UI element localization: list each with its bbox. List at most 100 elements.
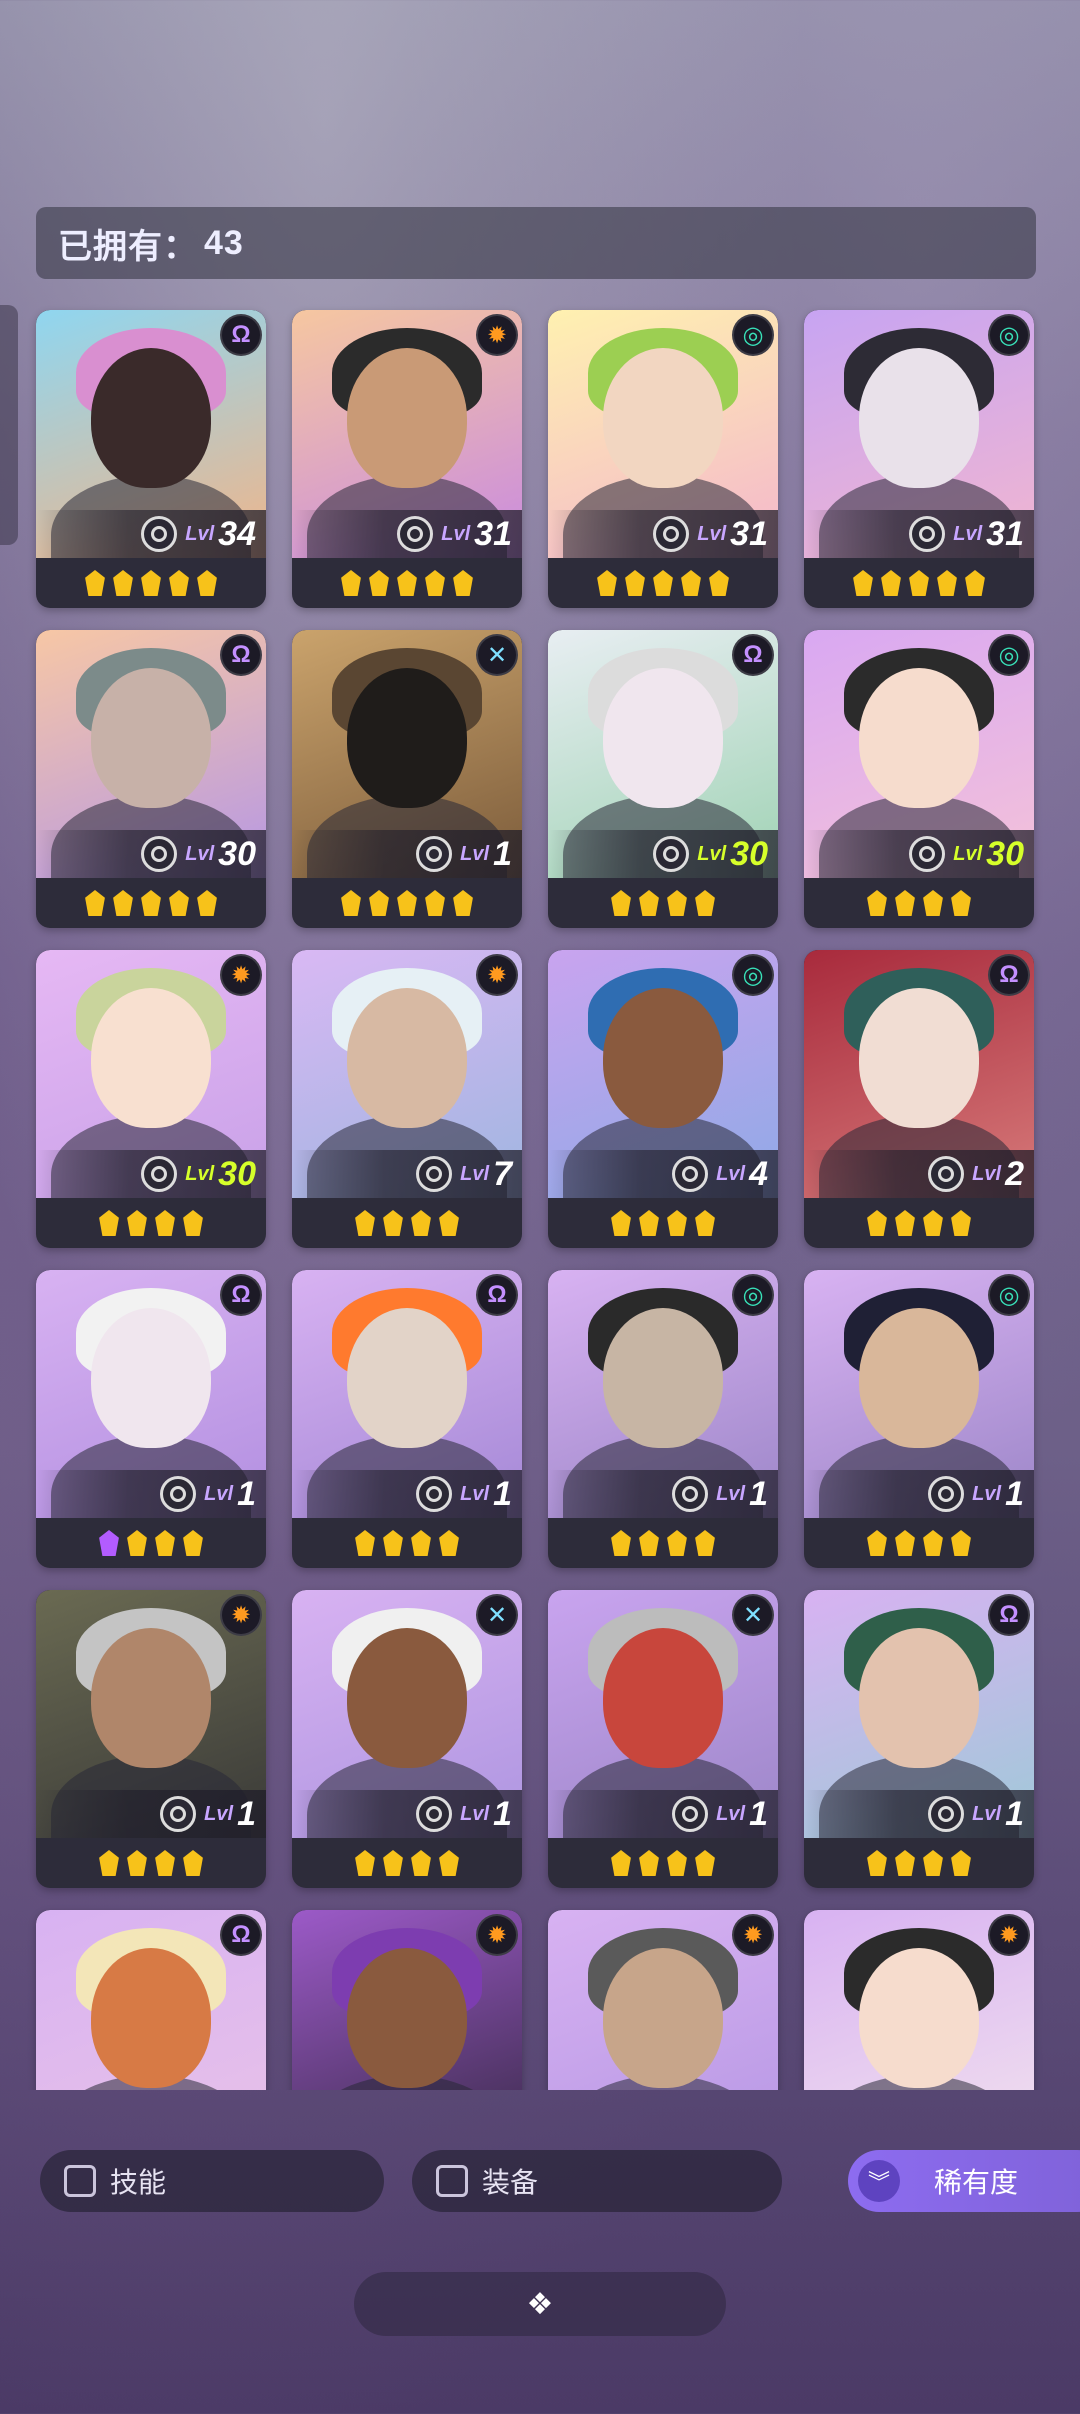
hero-card[interactable]: ✹ Lvl 1: [36, 1590, 266, 1888]
star-rating: [804, 1200, 1034, 1246]
hero-portrait: ✕ Lvl 1: [292, 1590, 522, 1838]
hero-face-shape: [603, 668, 723, 808]
hero-card[interactable]: ✹: [804, 1910, 1034, 2090]
hero-portrait: ✕ Lvl 1: [548, 1590, 778, 1838]
hero-portrait: ◎ Lvl 1: [804, 1270, 1034, 1518]
hero-card[interactable]: ✹ Lvl 30: [36, 950, 266, 1248]
gold-gem-icon: [397, 890, 417, 916]
level-bar: Lvl 30: [548, 830, 778, 878]
hero-face-shape: [91, 988, 211, 1128]
skills-filter-toggle[interactable]: 技能: [40, 2150, 384, 2212]
level-prefix: Lvl: [716, 1482, 746, 1505]
rarity-sort-button[interactable]: ︾ 稀有度: [848, 2150, 1080, 2212]
gold-gem-icon: [611, 1850, 631, 1876]
class-icon: [141, 1156, 178, 1192]
hero-card[interactable]: ◎ Lvl 4: [548, 950, 778, 1248]
omega-faction-icon: Ω: [732, 634, 774, 676]
star-rating: [548, 560, 778, 606]
gold-gem-icon: [667, 1850, 687, 1876]
level-number: 30: [218, 834, 256, 873]
level-number: 1: [237, 1794, 256, 1833]
hero-face-shape: [347, 348, 467, 488]
hero-card[interactable]: ✹: [548, 1910, 778, 2090]
collapse-button[interactable]: ❖: [354, 2272, 726, 2336]
level-bar: Lvl 31: [548, 510, 778, 558]
hero-card[interactable]: Ω Lvl 30: [36, 630, 266, 928]
gold-gem-icon: [411, 1530, 431, 1556]
hero-card[interactable]: ✕ Lvl 1: [548, 1590, 778, 1888]
hero-face-shape: [603, 988, 723, 1128]
equipment-filter-toggle[interactable]: 装备: [412, 2150, 782, 2212]
hero-card[interactable]: ✹ Lvl 31: [292, 310, 522, 608]
omega-faction-icon: Ω: [220, 1274, 262, 1316]
swirl-faction-icon: ◎: [988, 1274, 1030, 1316]
gold-gem-icon: [937, 570, 957, 596]
hero-face-shape: [347, 988, 467, 1128]
level-number: 31: [474, 514, 512, 553]
sun-faction-icon: ✹: [476, 1914, 518, 1956]
level-number: 7: [493, 1154, 512, 1193]
hero-card[interactable]: Ω: [36, 1910, 266, 2090]
hero-card[interactable]: Ω Lvl 1: [804, 1590, 1034, 1888]
gold-gem-icon: [951, 1210, 971, 1236]
gold-gem-icon: [923, 1210, 943, 1236]
level-number: 2: [1005, 1154, 1024, 1193]
hero-card[interactable]: ✹ Lvl 7: [292, 950, 522, 1248]
level-number: 1: [493, 834, 512, 873]
hero-card[interactable]: ◎ Lvl 31: [804, 310, 1034, 608]
class-icon: [928, 1156, 965, 1192]
level-prefix: Lvl: [460, 1802, 490, 1825]
level-prefix: Lvl: [204, 1802, 234, 1825]
sun-faction-icon: ✹: [732, 1914, 774, 1956]
hero-card[interactable]: ✹: [292, 1910, 522, 2090]
gold-gem-icon: [695, 1210, 715, 1236]
level-prefix: Lvl: [953, 522, 983, 545]
hero-card[interactable]: ◎ Lvl 1: [548, 1270, 778, 1568]
star-rating: [36, 560, 266, 606]
gold-gem-icon: [453, 570, 473, 596]
hero-card[interactable]: Ω Lvl 1: [36, 1270, 266, 1568]
gold-gem-icon: [197, 570, 217, 596]
level-number: 4: [749, 1154, 768, 1193]
owned-count: 43: [204, 223, 244, 262]
hero-card[interactable]: ✕ Lvl 1: [292, 630, 522, 928]
gold-gem-icon: [383, 1210, 403, 1236]
gold-gem-icon: [709, 570, 729, 596]
gold-gem-icon: [695, 890, 715, 916]
omega-faction-icon: Ω: [988, 1594, 1030, 1636]
hero-card[interactable]: Ω Lvl 1: [292, 1270, 522, 1568]
class-icon: [160, 1796, 197, 1832]
hero-portrait: ✹ Lvl 7: [292, 950, 522, 1198]
skills-checkbox[interactable]: [64, 2165, 96, 2197]
owned-count-bar: 已拥有： 43: [36, 207, 1036, 279]
hero-card[interactable]: ◎ Lvl 1: [804, 1270, 1034, 1568]
level-prefix: Lvl: [716, 1162, 746, 1185]
gold-gem-icon: [369, 890, 389, 916]
owned-label: 已拥有：: [58, 227, 198, 266]
gold-gem-icon: [197, 890, 217, 916]
hero-portrait: Ω: [36, 1910, 266, 2090]
gold-gem-icon: [639, 1210, 659, 1236]
hero-card[interactable]: Ω Lvl 2: [804, 950, 1034, 1248]
gold-gem-icon: [951, 1530, 971, 1556]
gold-gem-icon: [369, 570, 389, 596]
hero-portrait: ◎ Lvl 1: [548, 1270, 778, 1518]
hero-card[interactable]: ◎ Lvl 30: [804, 630, 1034, 928]
class-icon: [672, 1796, 709, 1832]
gold-gem-icon: [667, 1530, 687, 1556]
gold-gem-icon: [625, 570, 645, 596]
hero-face-shape: [603, 1308, 723, 1448]
hero-card[interactable]: ✕ Lvl 1: [292, 1590, 522, 1888]
star-rating: [292, 1520, 522, 1566]
hero-card[interactable]: Ω Lvl 30: [548, 630, 778, 928]
omega-faction-icon: Ω: [220, 1914, 262, 1956]
class-icon: [909, 836, 946, 872]
level-number: 1: [1005, 1794, 1024, 1833]
equipment-checkbox[interactable]: [436, 2165, 468, 2197]
hero-card[interactable]: Ω Lvl 34: [36, 310, 266, 608]
star-rating: [804, 1520, 1034, 1566]
hero-face-shape: [859, 988, 979, 1128]
hero-card[interactable]: ◎ Lvl 31: [548, 310, 778, 608]
gold-gem-icon: [639, 890, 659, 916]
hero-face-shape: [91, 668, 211, 808]
